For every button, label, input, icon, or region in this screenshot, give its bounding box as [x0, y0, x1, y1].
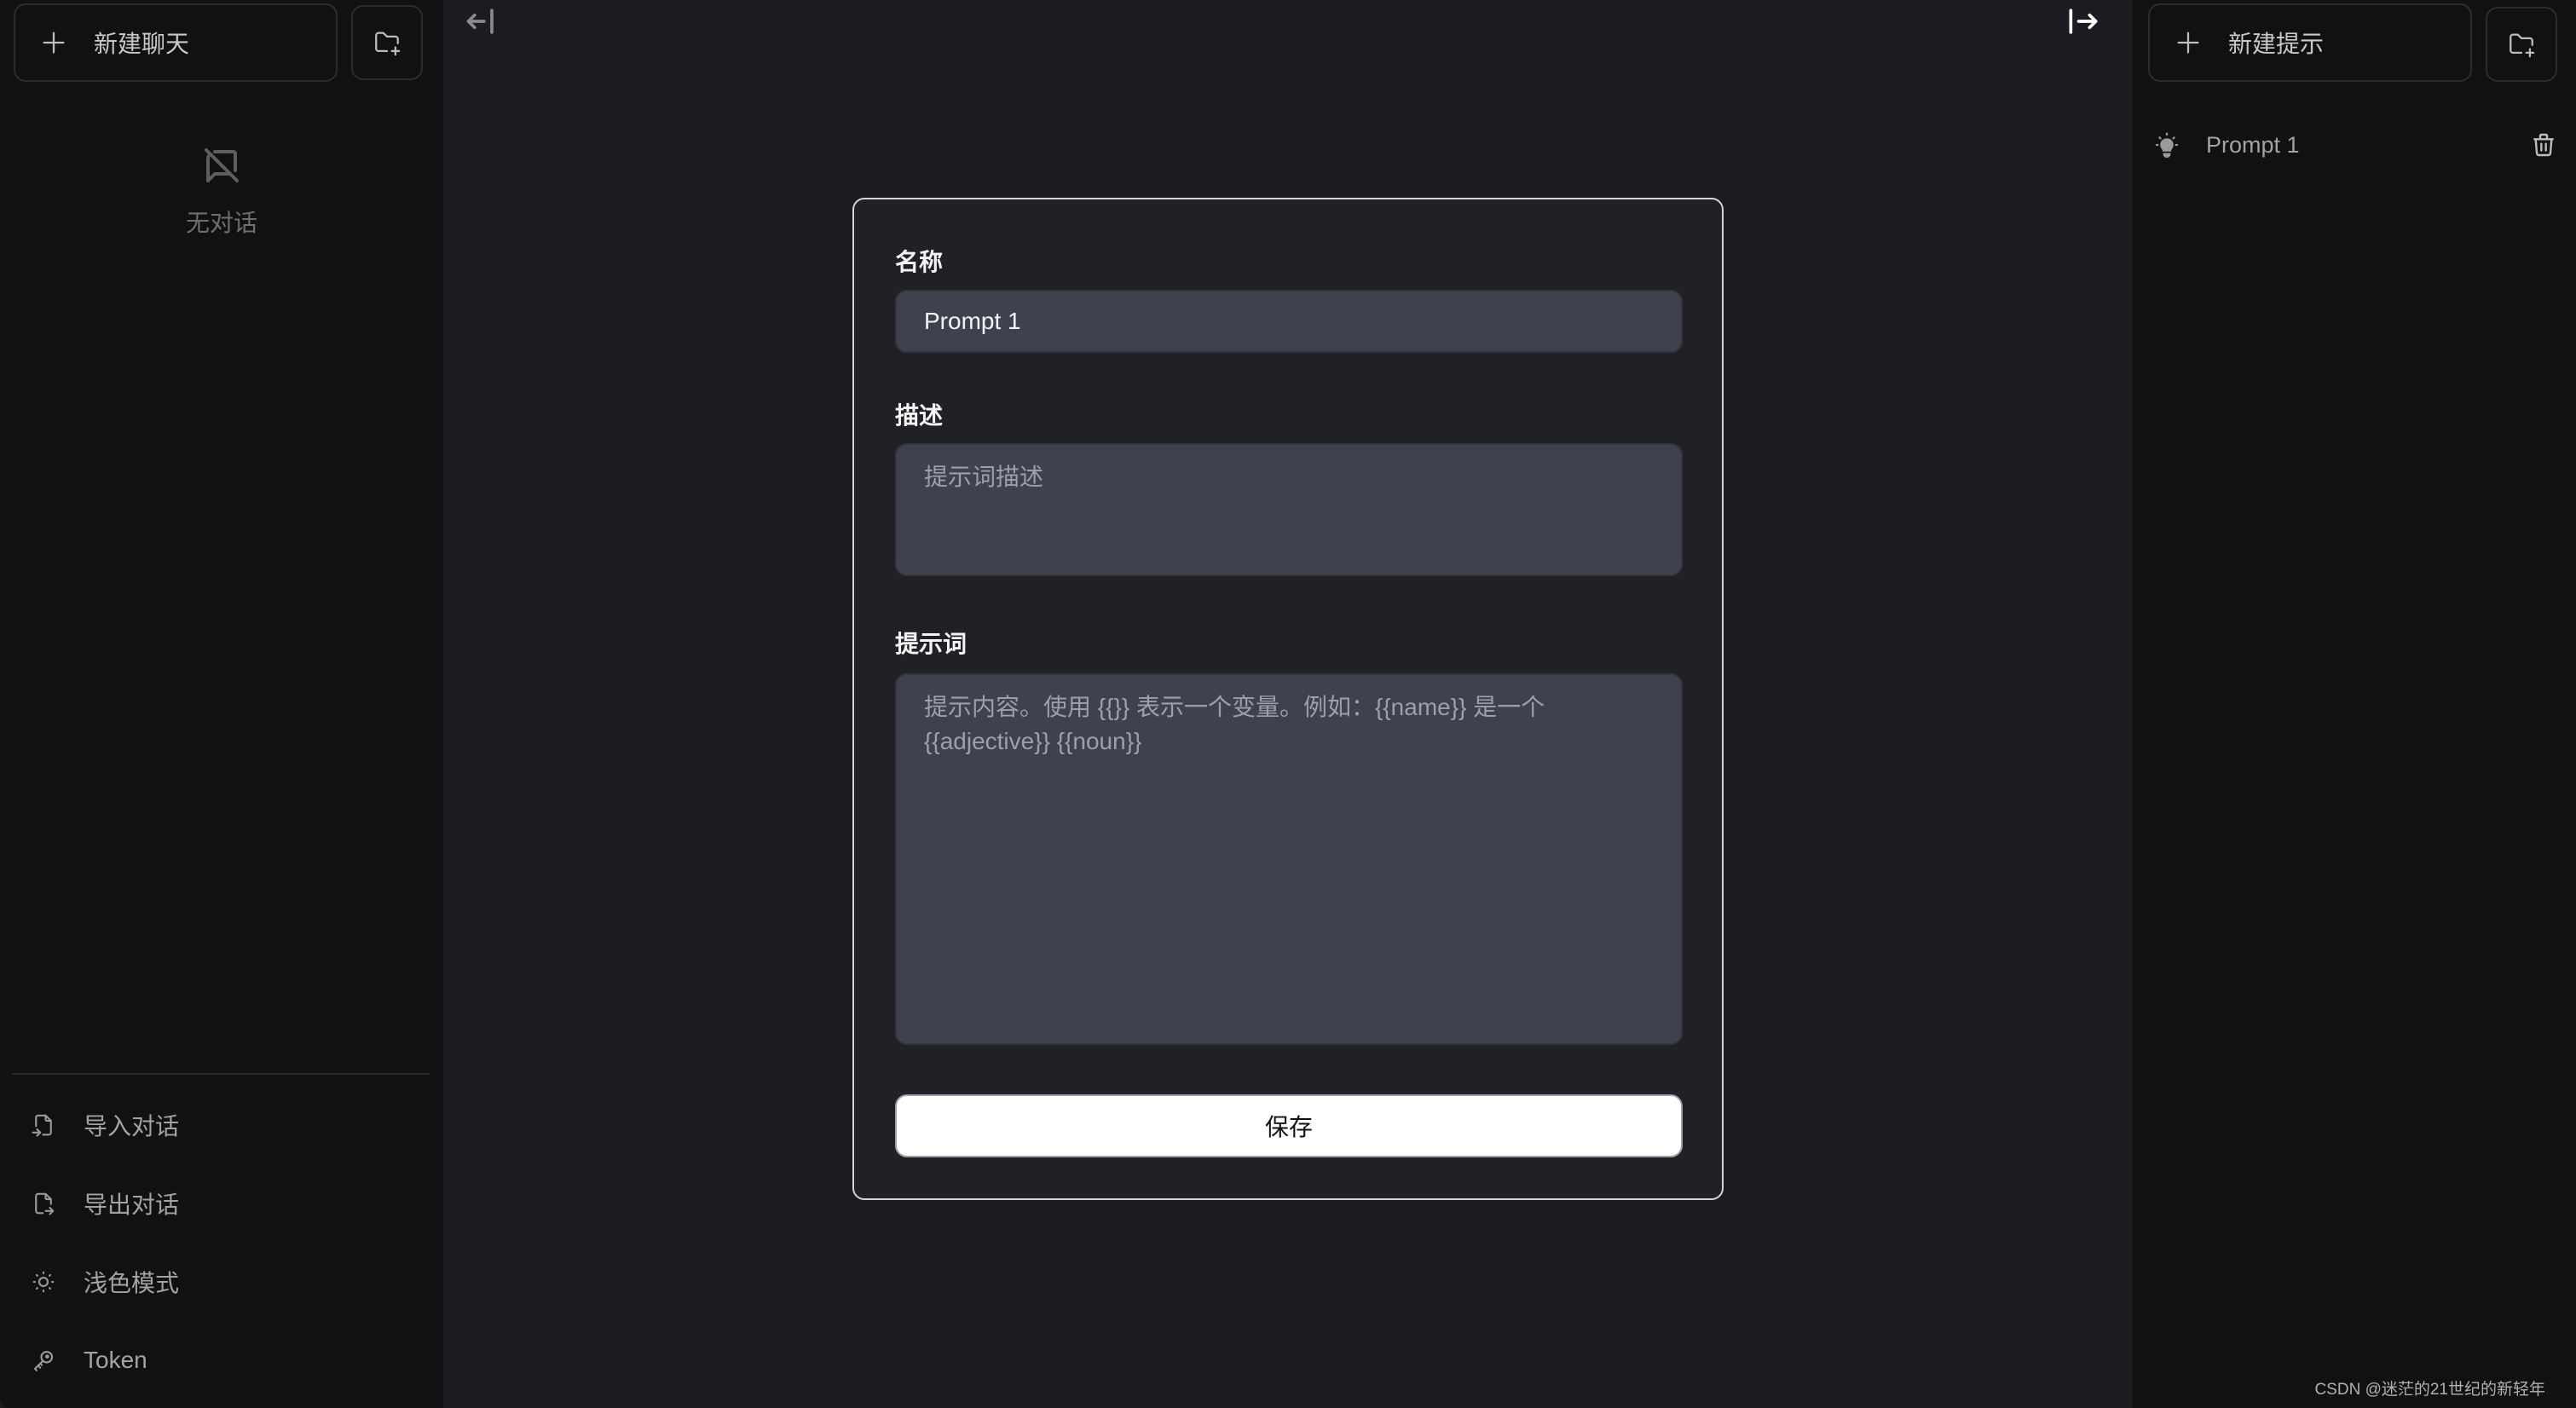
- description-label: 描述: [895, 402, 944, 429]
- export-conversations-label: 导出对话: [84, 1192, 180, 1218]
- prompt-edit-modal: 名称 描述 提示词 保存: [852, 198, 1724, 1200]
- new-prompt-label: 新建提示: [2228, 31, 2325, 57]
- message-off-icon: [205, 148, 239, 182]
- key-icon: [33, 1350, 54, 1371]
- file-import-icon: [32, 1114, 52, 1137]
- sun-icon: [32, 1271, 55, 1293]
- description-textarea[interactable]: [895, 443, 1683, 576]
- new-prompt-button[interactable]: 新建提示: [2148, 3, 2472, 82]
- token-label: Token: [84, 1347, 147, 1373]
- chat-sidebar: 新建聊天 无对话 导入对话 导出对话 浅色模式 Token: [0, 0, 443, 1408]
- save-button[interactable]: 保存: [895, 1094, 1683, 1157]
- name-input[interactable]: [895, 290, 1683, 353]
- token-button[interactable]: Token: [31, 1333, 431, 1388]
- new-chat-label: 新建聊天: [94, 31, 190, 57]
- import-conversations-button[interactable]: 导入对话: [31, 1098, 431, 1152]
- folder-plus-icon: [2510, 33, 2535, 58]
- prompt-sidebar: 新建提示 Prompt 1 CSDN @迷茫的21世纪的新轻年: [2133, 0, 2576, 1408]
- new-prompt-folder-button[interactable]: [2486, 7, 2557, 82]
- light-mode-button[interactable]: 浅色模式: [31, 1255, 431, 1309]
- arrow-bar-left-icon[interactable]: [464, 5, 501, 38]
- export-conversations-button[interactable]: 导出对话: [31, 1176, 431, 1231]
- prompt-list-item[interactable]: Prompt 1: [2153, 119, 2557, 170]
- folder-plus-icon: [375, 32, 401, 56]
- empty-conversations: 无对话: [0, 145, 443, 239]
- new-folder-button[interactable]: [351, 5, 423, 80]
- prompt-textarea[interactable]: [895, 673, 1683, 1045]
- sidebar-divider: [12, 1073, 430, 1075]
- import-conversations-label: 导入对话: [84, 1113, 180, 1140]
- prompt-name: Prompt 1: [2206, 131, 2300, 158]
- watermark: CSDN @迷茫的21世纪的新轻年: [2314, 1381, 2545, 1399]
- light-mode-label: 浅色模式: [84, 1270, 180, 1296]
- name-label: 名称: [895, 249, 944, 275]
- prompt-label: 提示词: [895, 631, 967, 657]
- bulb-icon: [2155, 132, 2179, 159]
- plus-icon: [2177, 32, 2199, 54]
- file-export-icon: [35, 1192, 55, 1215]
- empty-conversations-label: 无对话: [185, 210, 257, 236]
- trash-icon[interactable]: [2530, 131, 2557, 159]
- new-chat-button[interactable]: 新建聊天: [14, 3, 338, 82]
- arrow-bar-right-icon[interactable]: [2065, 5, 2102, 38]
- plus-icon: [43, 32, 65, 54]
